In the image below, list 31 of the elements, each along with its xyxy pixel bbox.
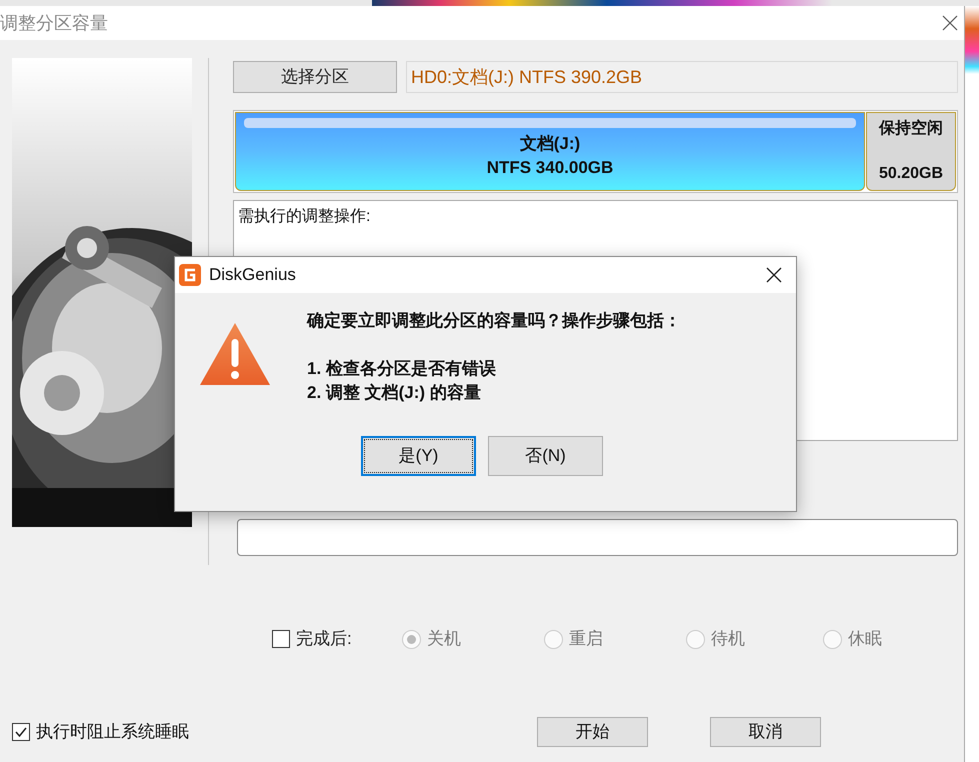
close-icon[interactable] [942,15,958,31]
free-space-label: 保持空闲 [879,118,943,139]
check-icon [14,725,28,739]
checkbox[interactable] [12,723,30,741]
cancel-button[interactable]: 取消 [710,717,821,747]
warning-icon [200,323,270,385]
radio-label: 休眠 [848,628,882,650]
dialog-message: 确定要立即调整此分区的容量吗？操作步骤包括： [307,310,681,332]
partition-size: NTFS 340.00GB [486,156,614,178]
prevent-sleep-label: 执行时阻止系统睡眠 [36,721,189,744]
radio-label: 待机 [711,628,745,650]
step-text: 1. 检查各分区是否有错误 [307,358,497,380]
partition-field: HD0:文档(J:) NTFS 390.2GB [406,61,958,93]
app-logo-icon [179,264,201,286]
radio-label: 重启 [569,628,603,650]
free-space-size: 50.20GB [878,164,944,184]
dialog-title: DiskGenius [209,264,296,286]
yes-button[interactable]: 是(Y) [361,436,476,476]
after-completion-label: 完成后: [296,628,352,650]
operations-heading: 需执行的调整操作: [238,208,370,225]
window-title: 调整分区容量 [0,12,108,34]
partition-block[interactable]: 文档(J:) NTFS 340.00GB [235,112,865,191]
start-button[interactable]: 开始 [537,717,648,747]
partition-name: 文档(J:) [520,132,580,154]
close-icon[interactable] [766,267,782,283]
checkbox[interactable] [272,630,290,648]
free-space-block[interactable]: 保持空闲 50.20GB [866,112,956,191]
step-text: 2. 调整 文档(J:) 的容量 [307,382,482,404]
radio-label: 关机 [427,628,461,650]
no-button[interactable]: 否(N) [488,436,603,476]
select-partition-button[interactable]: 选择分区 [233,61,397,93]
